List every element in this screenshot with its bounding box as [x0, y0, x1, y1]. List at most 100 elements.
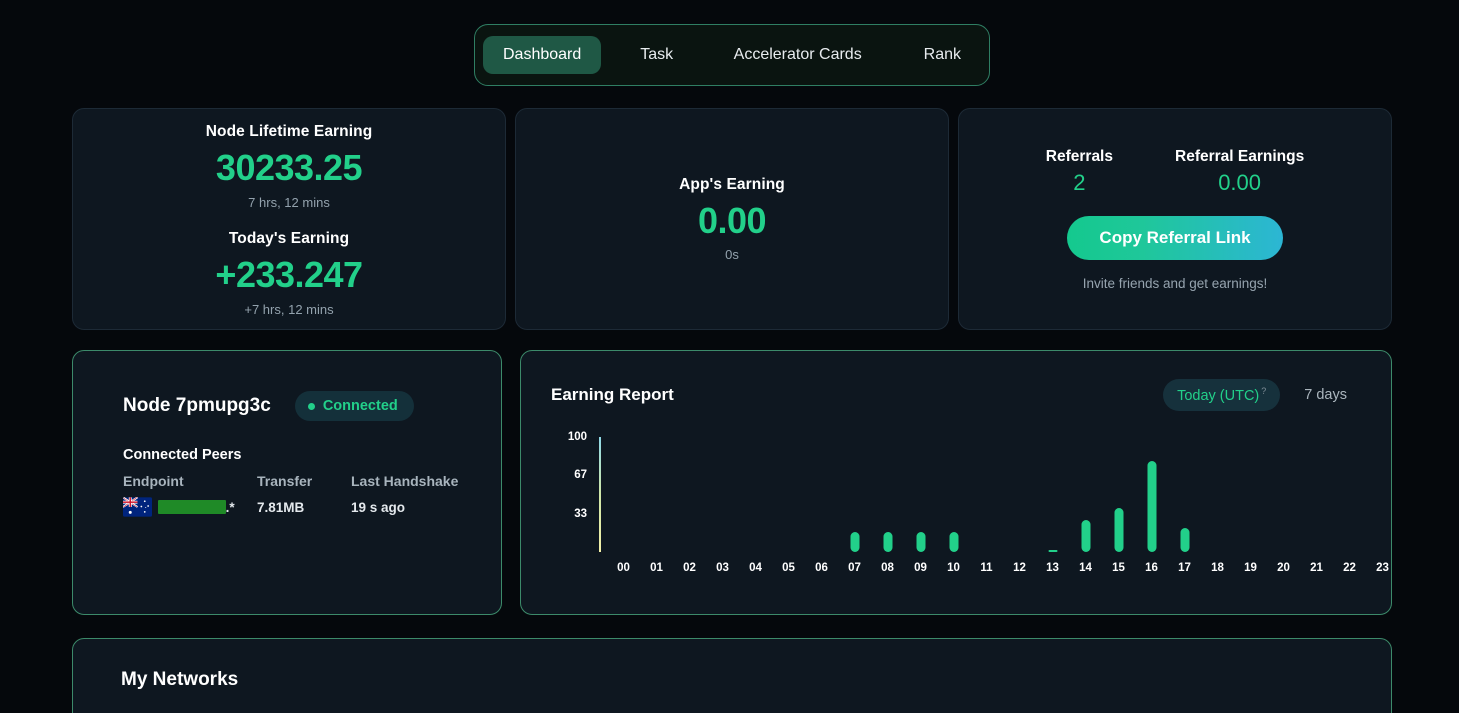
connected-peers-table: Endpoint Transfer Last Handshake .* 7.81… [123, 473, 501, 517]
chart-x-tick: 12 [1013, 561, 1026, 574]
peers-column-last-handshake: Last Handshake [351, 473, 459, 489]
lifetime-earning-label: Node Lifetime Earning [205, 123, 373, 140]
app-earning-card: App's Earning 0.00 0s [515, 108, 949, 330]
todays-earning-duration: +7 hrs, 12 mins [244, 301, 334, 317]
chart-bar-slot[interactable]: 14 [1069, 437, 1102, 574]
invite-friends-text: Invite friends and get earnings! [1082, 275, 1268, 291]
nav-item-rank[interactable]: Rank [904, 36, 981, 74]
chart-x-tick: 19 [1244, 561, 1257, 574]
chart-x-tick: 04 [749, 561, 762, 574]
chart-bar [850, 532, 859, 552]
peer-endpoint-redacted: 172.xx.xxx [158, 500, 226, 514]
chart-bar-slot[interactable]: 11 [970, 437, 1003, 574]
referral-card: Referrals 2 Referral Earnings 0.00 Copy … [958, 108, 1392, 330]
peer-endpoint-cell: 172.xx.xxx .* [123, 497, 257, 517]
referrals-value: 2 [1073, 169, 1086, 195]
chart-x-tick: 17 [1178, 561, 1191, 574]
nav-item-dashboard[interactable]: Dashboard [483, 36, 602, 74]
chart-y-axis-labels: 33 67 100 [551, 431, 587, 552]
todays-earning-value: +233.247 [215, 253, 363, 295]
earning-report-header: Earning Report Today (UTC)? 7 days [551, 379, 1361, 411]
chart-bar-slot[interactable]: 15 [1102, 437, 1135, 574]
chart-bar-slot[interactable]: 03 [706, 437, 739, 574]
chart-y-tick-100: 100 [567, 430, 587, 443]
app-earning-label: App's Earning [679, 175, 785, 193]
chart-x-tick: 14 [1079, 561, 1092, 574]
chart-bar [1048, 549, 1057, 552]
chart-x-tick: 09 [914, 561, 927, 574]
chart-bars: 00 01 02 03 04 05 06 07 08 09 10 11 12 13 14 15 16 17 18 19… [607, 437, 1389, 574]
chart-x-tick: 03 [716, 561, 729, 574]
chart-bar [916, 532, 925, 552]
connected-peers-title: Connected Peers [123, 447, 242, 463]
chart-bar-slot[interactable]: 01 [640, 437, 673, 574]
chart-x-tick: 20 [1277, 561, 1290, 574]
chart-bar-slot[interactable]: 13 [1036, 437, 1069, 574]
chart-x-tick: 21 [1310, 561, 1323, 574]
referrals-stat: Referrals 2 [1046, 148, 1113, 196]
chart-bar-slot[interactable]: 22 [1333, 437, 1366, 574]
range-toggle-today-label: Today (UTC) [1177, 387, 1260, 404]
chart-bar-slot[interactable]: 17 [1168, 437, 1201, 574]
referral-earnings-value: 0.00 [1218, 169, 1262, 195]
chart-bar-slot[interactable]: 21 [1300, 437, 1333, 574]
referral-earnings-label: Referral Earnings [1175, 147, 1305, 165]
peers-column-endpoint: Endpoint [123, 473, 184, 489]
chart-x-tick: 16 [1145, 561, 1158, 574]
copy-referral-link-button[interactable]: Copy Referral Link [1067, 215, 1283, 260]
dashboard-page: Dashboard Task Accelerator Cards Rank No… [0, 0, 1459, 713]
help-icon[interactable]: ? [1261, 386, 1266, 396]
nav-item-task[interactable]: Task [620, 36, 693, 74]
chart-bar-slot[interactable]: 23 [1366, 437, 1399, 574]
chart-bar [1180, 527, 1189, 552]
range-toggle-today[interactable]: Today (UTC)? [1163, 379, 1281, 411]
chart-x-tick: 07 [848, 561, 861, 574]
chart-bar [1081, 519, 1090, 552]
chart-bar-slot[interactable]: 09 [904, 437, 937, 574]
chart-x-tick: 13 [1046, 561, 1059, 574]
chart-bar-slot[interactable]: 07 [838, 437, 871, 574]
chart-bar-slot[interactable]: 19 [1234, 437, 1267, 574]
chart-x-tick: 00 [617, 561, 630, 574]
my-networks-title: My Networks [121, 669, 239, 690]
chart-bar-slot[interactable]: 16 [1135, 437, 1168, 574]
chart-x-tick: 22 [1343, 561, 1356, 574]
range-toggle-7days[interactable]: 7 days [1290, 380, 1361, 410]
earning-report-card: Earning Report Today (UTC)? 7 days 33 67 1… [520, 350, 1392, 615]
chart-bar-slot[interactable]: 06 [805, 437, 838, 574]
chart-bar-slot[interactable]: 04 [739, 437, 772, 574]
chart-y-tick-67: 67 [574, 468, 587, 481]
earning-report-title: Earning Report [551, 384, 674, 404]
nav-item-accelerator-cards[interactable]: Accelerator Cards [714, 36, 882, 74]
chart-x-tick: 06 [815, 561, 828, 574]
peers-column-transfer: Transfer [257, 473, 313, 489]
chart-x-tick: 15 [1112, 561, 1125, 574]
chart-x-tick: 01 [650, 561, 663, 574]
chart-bar-slot[interactable]: 20 [1267, 437, 1300, 574]
node-status-card: Node 7pmupg3c Connected Connected Peers … [72, 350, 502, 615]
chart-x-tick: 02 [683, 561, 696, 574]
node-lifetime-earning-card: Node Lifetime Earning 30233.25 7 hrs, 12… [72, 108, 506, 330]
chart-x-tick: 23 [1376, 561, 1389, 574]
status-badge[interactable]: Connected [294, 391, 414, 421]
main-nav: Dashboard Task Accelerator Cards Rank [474, 24, 990, 86]
chart-bar-slot[interactable]: 05 [772, 437, 805, 574]
chart-bar-slot[interactable]: 12 [1003, 437, 1036, 574]
chart-x-tick: 18 [1211, 561, 1224, 574]
chart-bar-slot[interactable]: 18 [1201, 437, 1234, 574]
chart-bar-slot[interactable]: 02 [673, 437, 706, 574]
australia-flag-icon [123, 497, 152, 517]
chart-bar-slot[interactable]: 00 [607, 437, 640, 574]
chart-bar-slot[interactable]: 08 [871, 437, 904, 574]
chart-bar [949, 532, 958, 552]
chart-bar-slot[interactable]: 10 [937, 437, 970, 574]
chart-bar [1114, 508, 1123, 552]
chart-x-tick: 05 [782, 561, 795, 574]
chart-x-tick: 10 [947, 561, 960, 574]
node-title: Node 7pmupg3c [123, 395, 271, 416]
peer-transfer-cell: 7.81MB [257, 499, 305, 515]
peer-last-handshake-cell: 19 s ago [351, 499, 406, 515]
peer-endpoint-suffix: .* [225, 499, 235, 515]
chart-x-tick: 11 [980, 561, 993, 574]
chart-x-tick: 08 [881, 561, 894, 574]
